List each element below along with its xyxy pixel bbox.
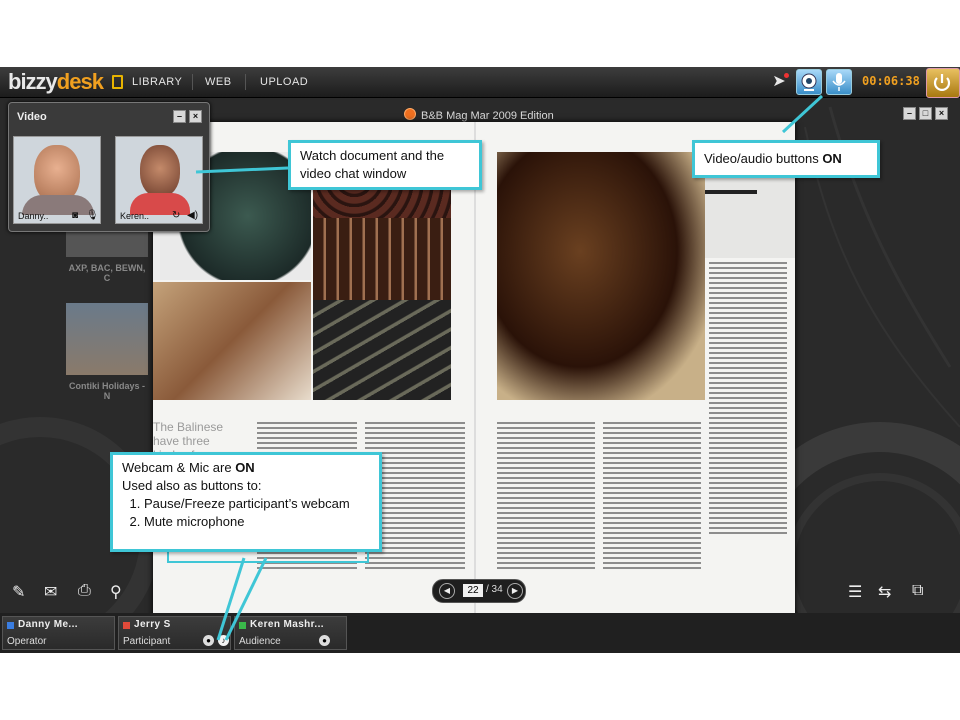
photo-workers	[153, 282, 311, 400]
article-text-column	[709, 262, 787, 537]
callout-webcam-mic: Webcam & Mic are ON Used also as buttons…	[110, 452, 382, 552]
list-icon[interactable]: ☰	[848, 582, 862, 602]
speaker-icon[interactable]: ◀)	[187, 210, 198, 221]
webcam-toggle-button[interactable]	[796, 69, 822, 95]
nav-library[interactable]: LIBRARY	[132, 76, 182, 88]
participant-card-audience[interactable]: Keren Mashr... Audience ●	[234, 616, 347, 650]
participant-name: Danny Me...	[18, 619, 78, 630]
pointer-tool-button[interactable]: ➤	[766, 69, 792, 95]
nav-divider	[245, 74, 246, 90]
pencil-icon[interactable]: ✎	[12, 582, 25, 602]
participants-bar: Danny Me... Operator Jerry S Participant…	[0, 613, 960, 653]
document-viewer[interactable]: The Balinese have three kinds of	[153, 122, 795, 634]
printer-icon[interactable]: ⎙	[78, 582, 91, 600]
close-icon[interactable]: ×	[189, 110, 202, 123]
nav-web[interactable]: WEB	[205, 76, 232, 88]
microphone-icon[interactable]: ♪	[218, 635, 229, 646]
thumbnail-caption: AXP, BAC, BEWN, C	[68, 263, 146, 283]
previous-page-icon[interactable]: ◀	[439, 583, 455, 599]
callout-list-item: Mute microphone	[144, 513, 370, 531]
page-total: / 34	[486, 584, 503, 595]
document-icon[interactable]	[112, 75, 123, 89]
callout-list-item: Pause/Freeze participant’s webcam	[144, 495, 370, 513]
thumbnail-caption: Contiki Holidays - N	[68, 381, 145, 401]
video-chat-window[interactable]: Video – × Danny.. ◙ 🎙 Keren.. ↻ ◀)	[8, 102, 210, 232]
power-icon	[933, 74, 951, 91]
book-spine	[474, 122, 476, 634]
exit-button[interactable]	[926, 68, 960, 98]
envelope-icon[interactable]: ✉	[44, 582, 57, 602]
participant-color-swatch	[123, 622, 130, 629]
fullscreen-icon[interactable]: ⧉	[912, 582, 923, 600]
participant-role: Operator	[7, 636, 47, 647]
participant-name: Jerry S	[134, 619, 171, 630]
search-icon[interactable]: ⚲	[110, 582, 122, 602]
callout-webcam-line1: Webcam & Mic are ON	[122, 460, 255, 475]
article-text-column	[497, 422, 595, 572]
session-timer: 00:06:38	[862, 74, 920, 88]
video-feed-danny[interactable]: Danny.. ◙ 🎙	[13, 136, 101, 224]
video-window-title: Video	[17, 111, 47, 123]
current-page-input[interactable]: 22	[463, 584, 483, 597]
callout-av-buttons: Video/audio buttons ON	[692, 140, 880, 178]
microphone-icon	[832, 73, 846, 91]
photo-bottle-rack	[313, 218, 451, 300]
webcam-icon[interactable]: ●	[319, 635, 330, 646]
photo-stacked-bottles	[313, 300, 451, 400]
library-thumbnail[interactable]	[66, 303, 148, 375]
participant-color-swatch	[239, 622, 246, 629]
participant-card-participant[interactable]: Jerry S Participant ● ♪	[118, 616, 231, 650]
video-participant-name: Danny..	[18, 211, 49, 221]
callout-webcam-list: Pause/Freeze participant’s webcam Mute m…	[122, 495, 370, 531]
page-navigator: ◀ 22 / 34 ▶	[432, 579, 526, 603]
top-toolbar: bizzydesk LIBRARY WEB UPLOAD ➤ 00:06:38	[0, 67, 960, 98]
document-title: B&B Mag Mar 2009 Edition	[404, 108, 554, 122]
maximize-icon[interactable]: □	[919, 107, 932, 120]
nav-upload[interactable]: UPLOAD	[260, 76, 308, 88]
microphone-icon[interactable]: 🎙	[86, 210, 99, 221]
refresh-icon[interactable]: ↻	[172, 210, 180, 221]
photo-arak-bali-bottles	[497, 152, 705, 400]
callout-watch-document: Watch document and the video chat window	[288, 140, 482, 190]
participant-color-swatch	[7, 622, 14, 629]
webcam-icon[interactable]: ◙	[72, 210, 78, 221]
microphone-toggle-button[interactable]	[826, 69, 852, 95]
document-status-icon	[404, 108, 416, 120]
participant-name: Keren Mashr...	[250, 619, 324, 630]
minimize-icon[interactable]: –	[903, 107, 916, 120]
webcam-icon[interactable]: ●	[203, 635, 214, 646]
webcam-icon	[801, 73, 817, 91]
minimize-icon[interactable]: –	[173, 110, 186, 123]
next-page-icon[interactable]: ▶	[507, 583, 523, 599]
callout-webcam-line2: Used also as buttons to:	[122, 478, 262, 493]
participant-role: Audience	[239, 636, 281, 647]
page-layout-icon[interactable]: ⇆	[878, 582, 891, 602]
participant-face	[140, 145, 180, 197]
video-participant-name: Keren..	[120, 211, 150, 221]
nav-divider	[192, 74, 193, 90]
video-feed-keren[interactable]: Keren.. ↻ ◀)	[115, 136, 203, 224]
article-text-column	[603, 422, 701, 572]
participant-card-operator[interactable]: Danny Me... Operator	[2, 616, 115, 650]
participant-role: Participant	[123, 636, 171, 647]
app-logo: bizzydesk	[8, 69, 104, 94]
page-rule	[705, 190, 757, 194]
close-icon[interactable]: ×	[935, 107, 948, 120]
